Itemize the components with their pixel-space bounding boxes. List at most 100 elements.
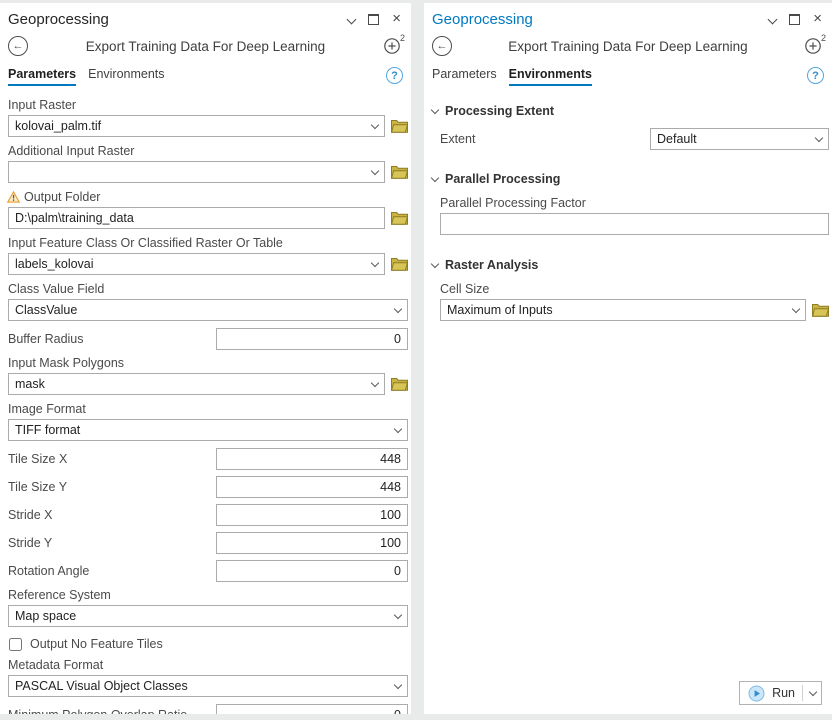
browse-folder-button[interactable] — [812, 303, 829, 317]
field-output-folder: Output Folder — [8, 190, 408, 229]
output-no-feature-tiles-checkbox[interactable] — [9, 638, 22, 651]
section-raster-analysis: Raster Analysis Cell Size Maximum of Inp… — [432, 246, 829, 328]
field-label: Rotation Angle — [8, 564, 216, 578]
field-label: Parallel Processing Factor — [440, 196, 829, 210]
field-label: Stride X — [8, 508, 216, 522]
section-parallel-processing: Parallel Processing Parallel Processing … — [432, 166, 829, 242]
dock-icon[interactable] — [368, 14, 379, 25]
section-header[interactable]: Raster Analysis — [432, 258, 829, 272]
field-tile-size-y: Tile Size Y — [8, 476, 408, 498]
section-header[interactable]: Parallel Processing — [432, 172, 829, 186]
metadata-format-combobox[interactable]: PASCAL Visual Object Classes — [8, 675, 408, 697]
input-feature-class-combobox[interactable]: labels_kolovai — [8, 253, 385, 275]
field-input-raster: Input Raster kolovai_palm.tif — [8, 98, 408, 137]
field-cell-size: Cell Size Maximum of Inputs — [440, 282, 829, 321]
collapse-chevron-icon — [431, 106, 439, 114]
help-icon[interactable]: ? — [386, 67, 403, 84]
field-additional-input-raster: Additional Input Raster — [8, 144, 408, 183]
geoprocessing-panel-environments: Geoprocessing × ← Export Training Data F… — [424, 3, 832, 714]
browse-folder-button[interactable] — [391, 257, 408, 271]
section-header[interactable]: Processing Extent — [432, 104, 829, 118]
field-rotation-angle: Rotation Angle — [8, 560, 408, 582]
field-stride-x: Stride X — [8, 504, 408, 526]
panel-menu-chevron-icon[interactable] — [769, 10, 776, 28]
chevron-down-icon — [371, 121, 379, 129]
image-format-combobox[interactable]: TIFF format — [8, 419, 408, 441]
chevron-down-icon — [394, 611, 402, 619]
chevron-down-icon — [815, 134, 823, 142]
run-options-chevron-icon[interactable] — [809, 688, 817, 696]
field-extent: Extent Default — [440, 128, 829, 150]
panel-footer: Run — [432, 675, 829, 714]
field-input-feature-class: Input Feature Class Or Classified Raster… — [8, 236, 408, 275]
geoprocessing-panel-parameters: Geoprocessing × ← Export Training Data F… — [0, 3, 411, 714]
field-stride-y: Stride Y — [8, 532, 408, 554]
cell-size-combobox[interactable]: Maximum of Inputs — [440, 299, 806, 321]
field-label: Tile Size Y — [8, 480, 216, 494]
field-label: Metadata Format — [8, 658, 408, 672]
tab-environments[interactable]: Environments — [88, 67, 164, 86]
field-reference-system: Reference System Map space — [8, 588, 408, 627]
chevron-down-icon — [394, 681, 402, 689]
close-icon[interactable]: × — [813, 13, 822, 25]
parallel-processing-factor-input[interactable] — [440, 213, 829, 235]
input-raster-combobox[interactable]: kolovai_palm.tif — [8, 115, 385, 137]
browse-folder-button[interactable] — [391, 377, 408, 391]
run-button[interactable]: Run — [739, 681, 822, 705]
folder-icon — [391, 165, 408, 179]
field-min-polygon-overlap: Minimum Polygon Overlap Ratio — [8, 704, 408, 714]
min-polygon-overlap-input[interactable] — [216, 704, 408, 714]
folder-icon — [391, 119, 408, 133]
class-value-field-combobox[interactable]: ClassValue — [8, 299, 408, 321]
browse-folder-button[interactable] — [391, 165, 408, 179]
tool-header: ← Export Training Data For Deep Learning… — [0, 31, 411, 65]
back-button[interactable]: ← — [8, 36, 28, 56]
window-buttons: × — [769, 10, 822, 28]
tool-header: ← Export Training Data For Deep Learning… — [424, 31, 832, 65]
help-icon[interactable]: ? — [807, 67, 824, 84]
stride-x-input[interactable] — [216, 504, 408, 526]
field-class-value-field: Class Value Field ClassValue — [8, 282, 408, 321]
dock-icon[interactable] — [789, 14, 800, 25]
rotation-angle-input[interactable] — [216, 560, 408, 582]
folder-icon — [391, 377, 408, 391]
field-label: Input Raster — [8, 98, 408, 112]
folder-icon — [391, 211, 408, 225]
field-label: Minimum Polygon Overlap Ratio — [8, 708, 216, 714]
browse-folder-button[interactable] — [391, 211, 408, 225]
tab-parameters[interactable]: Parameters — [8, 67, 76, 86]
output-folder-input[interactable] — [8, 207, 385, 229]
panel-menu-chevron-icon[interactable] — [348, 10, 355, 28]
reference-system-combobox[interactable]: Map space — [8, 605, 408, 627]
tile-size-x-input[interactable] — [216, 448, 408, 470]
field-label: Class Value Field — [8, 282, 408, 296]
back-button[interactable]: ← — [432, 36, 452, 56]
close-icon[interactable]: × — [392, 13, 401, 25]
input-mask-polygons-combobox[interactable]: mask — [8, 373, 385, 395]
checkbox-label: Output No Feature Tiles — [30, 637, 163, 651]
history-icon[interactable]: 2 — [804, 36, 824, 56]
play-icon — [748, 685, 765, 702]
tool-title: Export Training Data For Deep Learning — [452, 39, 804, 54]
warning-icon — [7, 191, 20, 203]
tile-size-y-input[interactable] — [216, 476, 408, 498]
stride-y-input[interactable] — [216, 532, 408, 554]
chevron-down-icon — [371, 167, 379, 175]
chevron-down-icon — [371, 259, 379, 267]
history-icon[interactable]: 2 — [383, 36, 403, 56]
field-label: Buffer Radius — [8, 332, 216, 346]
panel-titlebar: Geoprocessing × — [424, 3, 832, 31]
buffer-radius-input[interactable] — [216, 328, 408, 350]
folder-icon — [391, 257, 408, 271]
field-label: Input Feature Class Or Classified Raster… — [8, 236, 408, 250]
field-buffer-radius: Buffer Radius — [8, 328, 408, 350]
field-label: Reference System — [8, 588, 408, 602]
browse-folder-button[interactable] — [391, 119, 408, 133]
additional-input-raster-combobox[interactable] — [8, 161, 385, 183]
tab-parameters[interactable]: Parameters — [432, 67, 497, 86]
extent-combobox[interactable]: Default — [650, 128, 829, 150]
tab-environments[interactable]: Environments — [509, 67, 592, 86]
chevron-down-icon — [792, 305, 800, 313]
history-badge: 2 — [399, 33, 405, 43]
field-label: Tile Size X — [8, 452, 216, 466]
